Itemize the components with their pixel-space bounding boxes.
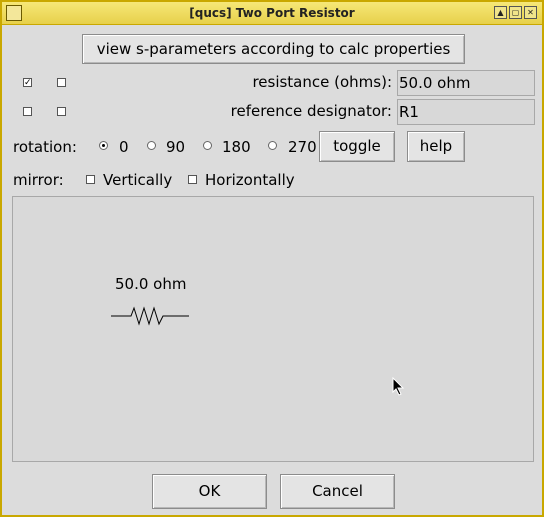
resistance-label: resistance (ohms): [252,73,392,91]
rotation-270-label: 270 [288,138,317,156]
designator-label: reference designator: [230,102,392,120]
mirror-horizontal-label: Horizontally [205,171,295,189]
preview-value-label: 50.0 ohm [115,275,187,293]
mirror-horizontal-checkbox[interactable] [188,175,197,184]
rotation-270-radio[interactable] [268,141,277,150]
mirror-label: mirror: [13,171,64,189]
title-bar: [qucs] Two Port Resistor ▲ ▢ ✕ [2,2,542,25]
rotation-0-radio[interactable] [99,141,108,150]
rotation-180-radio[interactable] [203,141,212,150]
show-resistance-alt-checkbox[interactable] [57,78,66,87]
rotation-90-label: 90 [166,138,186,156]
help-button[interactable]: help [407,131,465,162]
show-designator-checkbox[interactable] [23,107,32,116]
designator-input[interactable]: R1 [397,99,535,125]
show-resistance-checkbox[interactable]: ✓ [23,78,32,88]
component-preview: 50.0 ohm [12,196,534,462]
resistor-symbol [111,306,189,326]
rotation-180-label: 180 [222,138,251,156]
mirror-vertical-label: Vertically [103,171,173,189]
window-title: [qucs] Two Port Resistor [189,6,355,20]
rotation-90-radio[interactable] [147,141,156,150]
maximize-icon[interactable]: ▢ [509,6,522,19]
close-icon[interactable]: ✕ [524,6,537,19]
cancel-button[interactable]: Cancel [280,474,395,509]
resistance-input[interactable]: 50.0 ohm [397,70,535,96]
ok-button[interactable]: OK [152,474,267,509]
mouse-cursor-icon [392,377,405,396]
mirror-vertical-checkbox[interactable] [86,175,95,184]
dialog-content: view s-parameters according to calc prop… [2,24,542,515]
toggle-button[interactable]: toggle [319,131,395,162]
show-designator-alt-checkbox[interactable] [57,107,66,116]
rotation-0-label: 0 [119,138,129,156]
shade-icon[interactable]: ▲ [494,6,507,19]
dialog-window: [qucs] Two Port Resistor ▲ ▢ ✕ view s-pa… [0,0,544,517]
rotation-label: rotation: [13,138,77,156]
view-sparams-button[interactable]: view s-parameters according to calc prop… [82,34,465,64]
